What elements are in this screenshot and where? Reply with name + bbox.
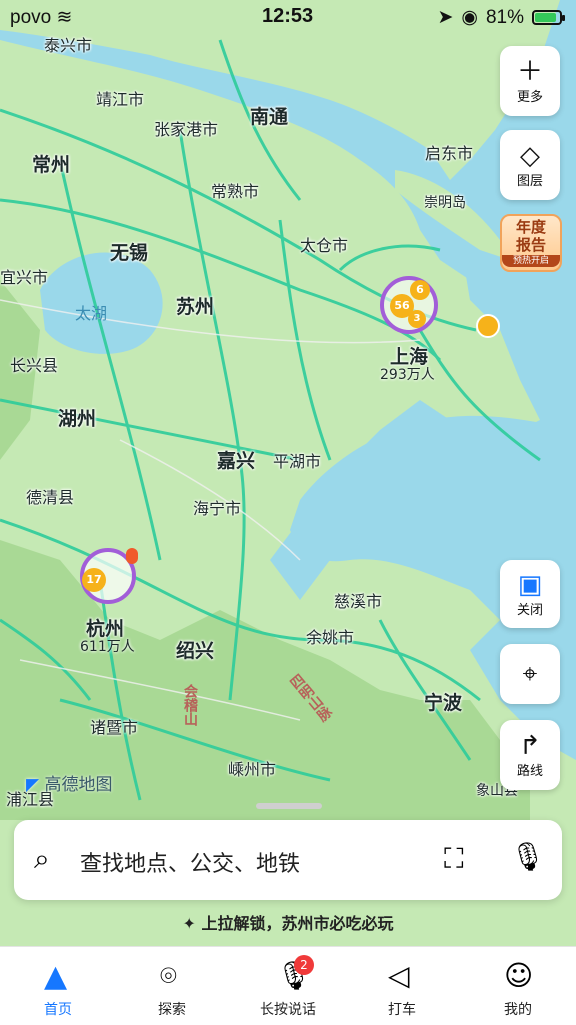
scan-icon[interactable]: ⛶	[444, 842, 464, 876]
shanghai-poi-cluster[interactable]: 56 6 3	[380, 276, 438, 334]
city-label[interactable]: 诸暨市	[90, 714, 138, 738]
more-label: 更多	[516, 89, 543, 105]
route-arrow-icon: ↱	[519, 730, 541, 761]
amap-logo: ◤ 高德地图	[26, 770, 112, 795]
more-button[interactable]: ＋ 更多	[500, 46, 560, 116]
search-placeholder[interactable]: 查找地点、公交、地铁	[80, 846, 300, 878]
tab-home[interactable]: ▲ 首页	[8, 947, 108, 1025]
layers-button[interactable]: ◇ 图层	[500, 130, 560, 200]
compass-icon: ◤	[26, 775, 40, 795]
tab-label: 长按说话	[260, 1002, 316, 1018]
mountain-label: 会稽山	[182, 684, 198, 726]
route-label: 路线	[516, 763, 543, 779]
city-label[interactable]: 德清县	[26, 484, 74, 508]
crown-star-icon[interactable]	[476, 314, 500, 338]
microphone-icon[interactable]: 🎙	[510, 840, 546, 873]
report-line1: 年度	[515, 218, 546, 236]
locate-button[interactable]: ⌖	[500, 644, 560, 704]
annual-report-button[interactable]: 年度 报告 预热开启	[500, 214, 562, 272]
city-label[interactable]: 苏州	[176, 292, 214, 319]
ar-picture-icon: ▣	[517, 569, 543, 600]
city-label[interactable]: 长兴县	[10, 352, 58, 376]
city-label[interactable]: 平湖市	[273, 448, 321, 472]
star-badge: 3	[408, 310, 426, 328]
star-badge: 17	[82, 568, 106, 592]
city-label[interactable]: 嵊州市	[228, 756, 276, 780]
battery-icon	[532, 10, 565, 25]
city-label[interactable]: 南通	[250, 102, 288, 129]
city-label[interactable]: 宁波	[424, 688, 462, 715]
navigation-arrow-icon: ▲	[44, 959, 68, 994]
notification-badge: 2	[294, 955, 314, 975]
taxi-flag-icon: ◁	[388, 959, 410, 992]
city-label[interactable]: 张家港市	[154, 116, 218, 140]
city-label[interactable]: 崇明岛	[424, 192, 466, 212]
orientation-lock-icon: ◉	[461, 7, 478, 28]
route-button[interactable]: ↱ 路线	[500, 720, 560, 790]
search-bar[interactable]: ⌕ 查找地点、公交、地铁 ⛶ 🎙	[14, 820, 562, 900]
population-label: 611万人	[80, 639, 135, 655]
pull-up-tip[interactable]: ✦ 上拉解锁，苏州市必吃必玩	[0, 910, 576, 934]
tip-text: 上拉解锁，苏州市必吃必玩	[201, 914, 394, 933]
city-label[interactable]: 启东市	[425, 140, 473, 164]
tab-label: 探索	[158, 1002, 186, 1018]
city-label[interactable]: 海宁市	[193, 495, 241, 519]
city-label[interactable]: 慈溪市	[334, 588, 382, 612]
city-label[interactable]: 太仓市	[300, 232, 348, 256]
tab-profile[interactable]: ☺ 我的	[468, 947, 568, 1025]
city-label[interactable]: 宜兴市	[0, 264, 48, 288]
location-arrow-icon: ➤	[437, 7, 454, 28]
report-line2: 报告	[515, 236, 546, 254]
tab-voice[interactable]: 🎙 2 长按说话	[238, 947, 338, 1025]
report-sub: 预热开启	[502, 255, 560, 267]
city-label[interactable]: 常州	[32, 150, 70, 177]
city-label[interactable]: 泰兴市	[44, 32, 92, 56]
carrier-label: povo ≋	[10, 7, 73, 28]
tab-taxi[interactable]: ◁ 打车	[352, 947, 452, 1025]
location-pin-icon: ⌾	[160, 959, 177, 992]
city-label[interactable]: 余姚市	[306, 624, 354, 648]
clock: 12:53	[262, 5, 314, 27]
city-label[interactable]: 嘉兴	[217, 446, 255, 473]
ar-label: 关闭	[516, 602, 543, 618]
user-icon: ☺	[504, 959, 534, 992]
sparkle-icon: ✦	[182, 914, 196, 933]
city-label[interactable]: 靖江市	[96, 86, 144, 110]
wifi-icon: ≋	[56, 7, 73, 28]
tab-explore[interactable]: ⌾ 探索	[122, 947, 222, 1025]
search-icon: ⌕	[34, 842, 50, 875]
status-bar: povo ≋ 12:53 ➤ ◉ 81%	[0, 0, 576, 34]
crosshair-icon: ⌖	[522, 659, 538, 689]
tab-bar: ▲ 首页 ⌾ 探索 🎙 2 长按说话 ◁ 打车 ☺ 我的	[0, 946, 576, 1025]
city-label[interactable]: 湖州	[58, 404, 96, 431]
city-label[interactable]: 无锡	[110, 238, 148, 265]
city-label[interactable]: 常熟市	[211, 178, 259, 202]
ar-button[interactable]: ▣ 关闭	[500, 560, 560, 628]
tab-label: 打车	[388, 1002, 416, 1018]
layers-icon: ◇	[520, 140, 540, 171]
layers-label: 图层	[516, 173, 543, 189]
plus-icon: ＋	[516, 56, 543, 87]
tab-label: 我的	[504, 1002, 532, 1018]
fire-icon	[126, 548, 138, 564]
star-badge: 6	[410, 280, 430, 300]
sheet-handle[interactable]	[256, 803, 322, 809]
battery-percent: 81%	[485, 6, 524, 28]
lake-label: 太湖	[75, 304, 108, 323]
tab-label: 首页	[44, 1002, 72, 1018]
population-label: 293万人	[380, 367, 435, 383]
logo-text: 高德地图	[44, 775, 113, 795]
city-label[interactable]: 绍兴	[176, 636, 214, 663]
